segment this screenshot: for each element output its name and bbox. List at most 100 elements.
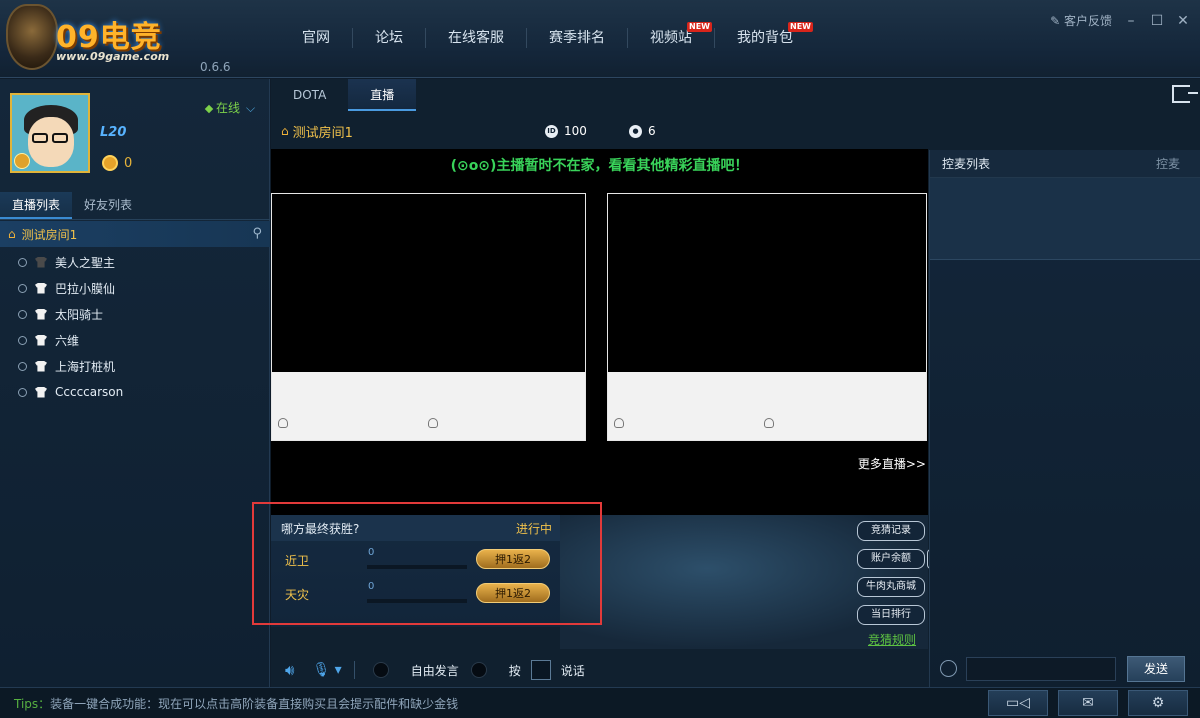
window-controls: ✎ 客户反馈 – ☐ ✕	[1050, 12, 1190, 29]
radio-icon	[18, 361, 27, 371]
bet-button[interactable]: 押1返2	[476, 583, 550, 603]
user-name: 六维	[55, 333, 80, 348]
room-id: ID 100	[545, 124, 587, 138]
list-item[interactable]: 太阳骑士	[0, 301, 270, 327]
talk-hotkey-field[interactable]	[530, 660, 551, 680]
center-tabs: DOTA 直播	[271, 79, 417, 111]
room-count-value: 6	[648, 124, 656, 138]
nav-forum[interactable]: 论坛	[353, 28, 426, 48]
viewers-icon	[764, 418, 774, 428]
online-status[interactable]: 在线 ⌵	[204, 99, 255, 116]
guess-panel: 哪方最终获胜? 进行中 近卫 0 押1返2 天灾 0 押1返2	[271, 515, 560, 627]
mic-list-title: 控麦列表	[942, 157, 991, 171]
shop-button[interactable]: 牛肉丸商城	[857, 577, 925, 597]
nav-ranking[interactable]: 赛季排名	[527, 28, 628, 48]
user-name: 太阳骑士	[55, 307, 104, 322]
free-talk-radio[interactable]	[372, 662, 389, 678]
minimize-icon[interactable]: –	[1124, 13, 1138, 29]
bet-progress-bar	[367, 565, 467, 569]
send-button[interactable]: 发送	[1127, 656, 1185, 682]
nav-label: 在线客服	[448, 30, 504, 46]
nav-label: 视频站	[650, 30, 692, 46]
mic-panel-header: 控麦列表 控麦	[930, 150, 1200, 178]
user-name: 上海打桩机	[55, 359, 116, 374]
tab-live[interactable]: 直播	[348, 79, 417, 111]
shirt-icon	[35, 334, 47, 346]
list-item[interactable]: Cccccarson	[0, 379, 270, 405]
room-user-count: ● 6	[629, 124, 656, 138]
live-thumbnail[interactable]	[271, 193, 586, 441]
anchor-icon	[278, 418, 288, 428]
tab-live-list[interactable]: 直播列表	[0, 192, 73, 219]
feedback-link[interactable]: ✎ 客户反馈	[1050, 12, 1112, 29]
location-pin-icon[interactable]: ⚲	[252, 226, 262, 241]
team-row: 天灾 0 押1返2	[271, 579, 560, 609]
user-name: Cccccarson	[55, 385, 124, 399]
list-item[interactable]: 美人之聖主	[0, 249, 270, 275]
room-id-value: 100	[564, 124, 587, 138]
home-icon: ⌂	[8, 227, 16, 241]
live-thumbnail[interactable]	[607, 193, 927, 441]
radio-icon	[18, 257, 27, 267]
bet-button[interactable]: 押1返2	[476, 549, 550, 569]
shirt-icon	[35, 360, 47, 372]
home-icon: ⌂	[281, 124, 289, 138]
exit-room-icon[interactable]	[1172, 85, 1198, 103]
team-row: 近卫 0 押1返2	[271, 545, 560, 575]
nav-label: 官网	[302, 30, 330, 46]
tips-content: 装备一键合成功能：现在可以点击高阶装备直接购买且会提示配件和缺少金钱	[50, 696, 459, 711]
new-badge: NEW	[687, 22, 712, 32]
room-list-item[interactable]: ⌂ 测试房间1 ⚲	[0, 221, 270, 247]
emoji-icon[interactable]	[940, 660, 957, 677]
account-balance-button[interactable]: 账户余额	[857, 549, 925, 569]
push-to-talk-radio[interactable]	[470, 662, 487, 678]
nav-label: 赛季排名	[549, 30, 605, 46]
profile-card: 在线 ⌵ L20 0	[0, 79, 270, 185]
video-camera-icon[interactable]: ▭◁	[988, 690, 1048, 716]
main-nav: 官网 论坛 在线客服 赛季排名 视频站 NEW 我的背包 NEW	[280, 22, 815, 48]
microphone-icon[interactable]: 🎙︎ ▾	[312, 662, 341, 678]
nav-video[interactable]: 视频站 NEW	[628, 22, 715, 48]
mic-control-button[interactable]: 控麦	[1156, 155, 1180, 172]
list-item[interactable]: 上海打桩机	[0, 353, 270, 379]
level-badge: L20	[100, 125, 127, 140]
guess-side-buttons: 竞猜记录 账户余额 + 牛肉丸商城 当日排行	[857, 521, 941, 625]
separator	[353, 661, 355, 679]
user-name: 美人之聖主	[55, 255, 116, 270]
left-panel: 在线 ⌵ L20 0 直播列表 好友列表 ⌂ 测试房间1 ⚲ 美人之聖主 巴拉小膜…	[0, 79, 270, 687]
close-icon[interactable]: ✕	[1176, 13, 1190, 29]
speaker-icon[interactable]: 🔊︎	[285, 661, 294, 679]
room-title: 测试房间1	[292, 125, 353, 141]
talk-label: 说话	[560, 663, 585, 678]
bet-amount: 0	[368, 547, 375, 558]
guess-history-button[interactable]: 竞猜记录	[857, 521, 925, 541]
shirt-icon	[35, 386, 47, 398]
tab-dota[interactable]: DOTA	[271, 79, 348, 111]
more-live-link[interactable]: 更多直播>>	[858, 455, 926, 472]
guess-state: 进行中	[515, 521, 552, 536]
avatar[interactable]	[10, 93, 90, 173]
shirt-icon	[35, 256, 47, 268]
tips-label: Tips：	[14, 696, 51, 711]
nav-backpack[interactable]: 我的背包 NEW	[715, 22, 815, 48]
nav-support[interactable]: 在线客服	[426, 28, 527, 48]
daily-ranking-button[interactable]: 当日排行	[857, 605, 925, 625]
tab-friend-list[interactable]: 好友列表	[72, 192, 144, 219]
id-icon: ID	[545, 124, 558, 138]
title-bar: 09电竞 www.09game.com 0.6.6 官网 论坛 在线客服 赛季排…	[0, 0, 1200, 78]
free-talk-label: 自由发言	[410, 663, 459, 678]
mic-queue-list	[930, 178, 1200, 260]
list-item[interactable]: 六维	[0, 327, 270, 353]
maximize-icon[interactable]: ☐	[1150, 13, 1164, 29]
settings-gear-icon[interactable]: ⚙	[1128, 690, 1188, 716]
mail-icon[interactable]: ✉	[1058, 690, 1118, 716]
live-thumbnail-footer	[608, 372, 926, 440]
status-bar: Tips：装备一键合成功能：现在可以点击高阶装备直接购买且会提示配件和缺少金钱 …	[0, 687, 1200, 718]
list-item[interactable]: 巴拉小膜仙	[0, 275, 270, 301]
room-info-bar: ⌂ 测试房间1 ID 100 ● 6	[271, 119, 1200, 143]
coin-amount: 0	[124, 155, 133, 171]
new-badge: NEW	[788, 22, 813, 32]
guess-rules-link[interactable]: 竞猜规则	[868, 631, 916, 648]
chat-input[interactable]	[966, 657, 1116, 681]
nav-official[interactable]: 官网	[280, 28, 353, 48]
